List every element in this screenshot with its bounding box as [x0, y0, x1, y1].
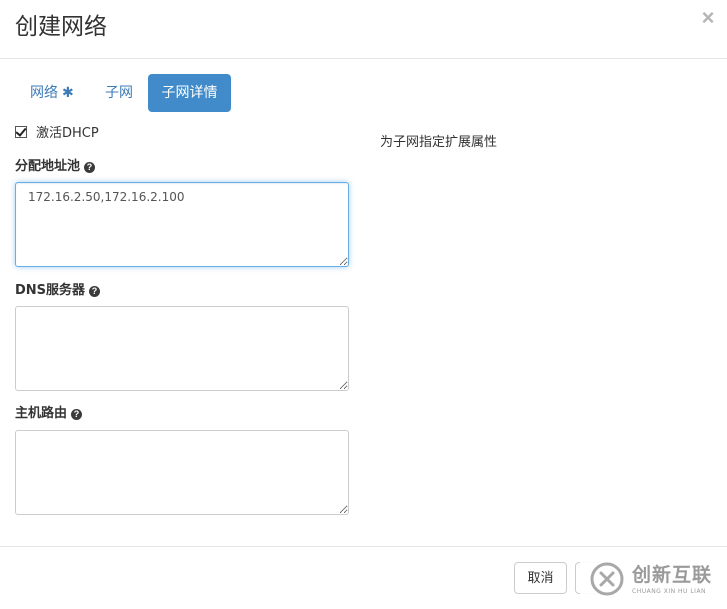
question-circle-icon[interactable]: ? — [89, 286, 101, 297]
dns-servers-label: DNS服务器? — [15, 282, 101, 300]
allocation-pools-label-text: 分配地址池 — [15, 159, 81, 174]
tab-network[interactable]: 网络 ✱ — [30, 74, 74, 112]
brand-logo-icon — [590, 562, 624, 596]
modal-title: 创建网络 — [15, 14, 107, 40]
asterisk-icon: ✱ — [62, 85, 74, 101]
dns-servers-input[interactable] — [15, 306, 349, 391]
close-icon[interactable]: × — [697, 6, 719, 30]
cancel-button[interactable]: 取消 — [514, 562, 567, 594]
watermark-text: 创新互联 — [632, 564, 713, 586]
watermark: 创新互联 CHUANG XIN HU LIAN — [580, 553, 727, 608]
modal-header: 创建网络 × — [0, 0, 727, 59]
tab-subnet[interactable]: 子网 — [105, 74, 133, 112]
subnet-detail-description: 为子网指定扩展属性 — [380, 135, 498, 150]
host-routes-label-text: 主机路由 — [15, 406, 68, 421]
allocation-pools-label: 分配地址池? — [15, 158, 96, 176]
host-routes-input[interactable] — [15, 430, 349, 515]
watermark-subtext: CHUANG XIN HU LIAN — [632, 588, 707, 595]
dns-servers-label-text: DNS服务器 — [15, 283, 86, 298]
question-circle-icon[interactable]: ? — [84, 162, 96, 173]
tab-subnet-detail[interactable]: 子网详情 — [148, 74, 231, 112]
tab-network-label: 网络 — [30, 85, 58, 101]
host-routes-label: 主机路由? — [15, 405, 83, 423]
checkbox-checked-icon[interactable] — [15, 126, 27, 138]
allocation-pools-input[interactable]: 172.16.2.50,172.16.2.100 — [15, 182, 349, 267]
enable-dhcp-label[interactable]: 激活DHCP — [36, 126, 99, 141]
enable-dhcp-row: 激活DHCP — [15, 125, 99, 143]
question-circle-icon[interactable]: ? — [71, 409, 83, 420]
